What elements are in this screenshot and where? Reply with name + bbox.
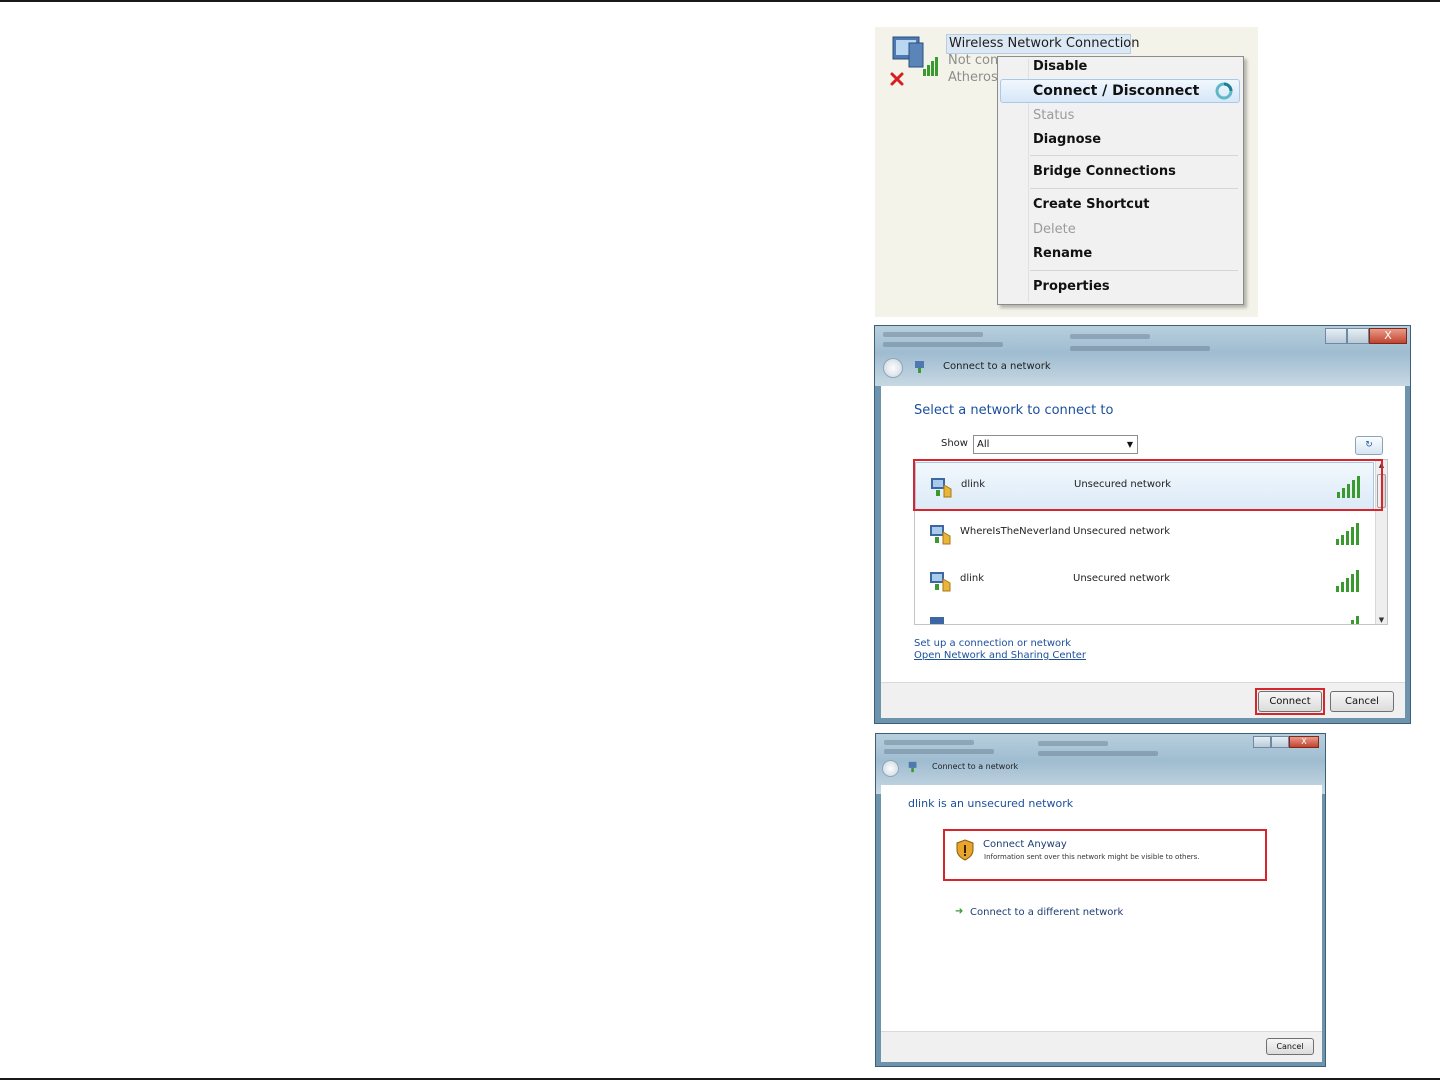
background-blur (1070, 334, 1150, 339)
connect-anyway-highlight (943, 829, 1267, 881)
show-filter-value: All (977, 439, 990, 450)
maximize-button[interactable] (1271, 736, 1289, 748)
window-title: Connect to a network (932, 762, 1019, 771)
minimize-button[interactable] (1253, 736, 1271, 748)
wireless-network-icon (930, 617, 944, 624)
network-row[interactable]: WhereIsTheNeverland Unsecured network (915, 510, 1374, 558)
menu-item-disable[interactable]: Disable (1033, 59, 1087, 74)
context-menu-panel: Wireless Network Connection Not con Athe… (875, 27, 1258, 317)
background-blur (884, 749, 994, 754)
menu-item-diagnose[interactable]: Diagnose (1033, 132, 1101, 147)
unsecured-network-window: X Connect to a network dlink is an unsec… (875, 733, 1326, 1067)
background-blur (1038, 751, 1158, 756)
background-blur (883, 332, 983, 337)
back-arrow-icon[interactable] (883, 358, 903, 378)
window-title: Connect to a network (943, 361, 1051, 372)
menu-separator (1030, 270, 1238, 271)
cancel-button[interactable]: Cancel (1266, 1038, 1314, 1055)
dialog-heading: Select a network to connect to (914, 403, 1114, 418)
menu-separator (1030, 155, 1238, 156)
bottom-rule (0, 1078, 1440, 1080)
dialog-footer: Cancel (881, 1031, 1322, 1062)
menu-item-create-shortcut[interactable]: Create Shortcut (1033, 197, 1149, 212)
background-blur (1070, 346, 1210, 351)
green-arrow-icon: ➜ (955, 906, 964, 917)
menu-item-status: Status (1033, 108, 1075, 123)
menu-item-connect-disconnect[interactable]: Connect / Disconnect (1033, 83, 1199, 99)
network-name: WhereIsTheNeverland (960, 526, 1071, 537)
close-button[interactable]: X (1369, 328, 1407, 344)
menu-item-bridge-connections[interactable]: Bridge Connections (1033, 164, 1176, 179)
sharing-center-link[interactable]: Open Network and Sharing Center (914, 650, 1086, 661)
signal-strength-icon (1336, 570, 1359, 592)
menu-item-delete: Delete (1033, 222, 1076, 237)
wireless-network-icon (930, 572, 951, 592)
minimize-button[interactable] (1325, 328, 1347, 344)
connect-network-window: X Connect to a network Select a network … (874, 325, 1411, 724)
show-filter-select[interactable]: All ▼ (973, 435, 1138, 454)
connection-title[interactable]: Wireless Network Connection (946, 34, 1140, 54)
different-network-label: Connect to a different network (970, 907, 1124, 918)
menu-item-rename[interactable]: Rename (1033, 246, 1092, 261)
signal-strength-icon (1351, 616, 1359, 624)
connect-spinner-icon (1215, 82, 1233, 100)
window-controls: X (1325, 328, 1407, 344)
back-arrow-icon[interactable] (882, 760, 899, 777)
selected-network-highlight (913, 459, 1383, 511)
menu-separator (1030, 188, 1238, 189)
close-button[interactable]: X (1289, 736, 1319, 748)
signal-strength-icon (1336, 523, 1359, 545)
setup-connection-link[interactable]: Set up a connection or network (914, 638, 1071, 649)
dropdown-arrow-icon: ▼ (1126, 440, 1133, 449)
top-rule (0, 0, 1440, 2)
wireless-network-icon (930, 525, 951, 545)
network-security: Unsecured network (1073, 573, 1171, 584)
network-row[interactable]: dlink Unsecured network (915, 557, 1374, 605)
connection-status: Not con (948, 53, 999, 68)
maximize-button[interactable] (1347, 328, 1369, 344)
background-blur (883, 342, 1003, 347)
dialog-heading: dlink is an unsecured network (908, 797, 1074, 810)
network-name: dlink (960, 573, 985, 584)
background-blur (1038, 741, 1108, 746)
connection-adapter: Atheros (948, 70, 998, 85)
show-label: Show (941, 438, 968, 449)
network-security: Unsecured network (1073, 526, 1171, 537)
network-wizard-icon (915, 361, 924, 373)
network-wizard-icon (908, 761, 917, 773)
dialog-content: dlink is an unsecured network Connect An… (881, 785, 1322, 1031)
dialog-content: Select a network to connect to Show All … (881, 386, 1405, 682)
context-menu: Disable Connect / Disconnect Status Diag… (997, 56, 1244, 305)
menu-item-properties[interactable]: Properties (1033, 279, 1110, 294)
cancel-button[interactable]: Cancel (1330, 691, 1394, 712)
scroll-down-icon[interactable]: ▼ (1376, 615, 1387, 624)
background-blur (884, 740, 974, 745)
network-row-partial[interactable] (915, 604, 1374, 624)
dialog-footer: Connect Cancel (881, 682, 1405, 718)
connect-button-highlight (1255, 688, 1325, 715)
disconnected-x-icon (890, 72, 904, 86)
window-controls: X (1253, 736, 1319, 752)
refresh-button[interactable]: ↻ (1355, 436, 1383, 455)
